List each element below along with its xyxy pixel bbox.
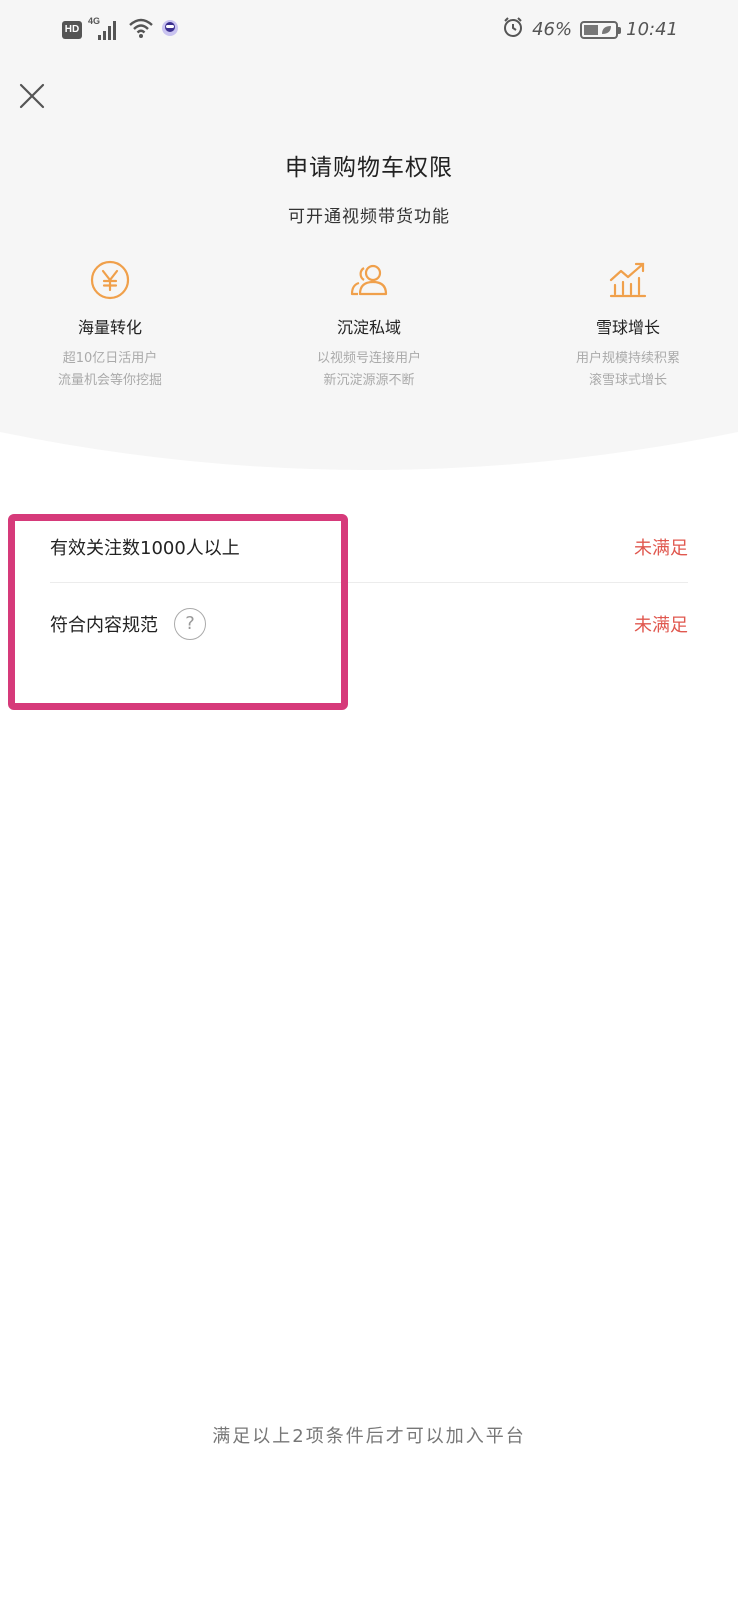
condition-status: 未满足 xyxy=(634,538,688,559)
header-background xyxy=(0,0,738,480)
hd-badge: HD xyxy=(62,21,82,39)
feature-desc-line: 用户规模持续积累 xyxy=(575,351,680,366)
page-title: 申请购物车权限 xyxy=(285,155,453,181)
signal-icon: 4G xyxy=(88,16,122,42)
feature-name: 雪球增长 xyxy=(595,318,660,337)
feature-desc-line: 流量机会等你挖掘 xyxy=(57,373,162,388)
feature-name: 海量转化 xyxy=(77,318,142,337)
feature-name: 沉淀私域 xyxy=(336,318,401,337)
condition-row-content-rules: 符合内容规范 ? 未满足 xyxy=(50,583,688,665)
footer-note: 满足以上2项条件后才可以加入平台 xyxy=(212,1426,526,1447)
status-right: 46% 10:41 xyxy=(502,16,678,43)
feature-item-growth: 雪球增长 用户规模持续积累 滚雪球式增长 xyxy=(528,258,728,392)
feature-desc-line: 超10亿日活用户 xyxy=(62,351,158,366)
close-button[interactable] xyxy=(18,82,46,110)
wifi-icon xyxy=(128,17,154,43)
app-notification-icon xyxy=(160,17,180,43)
page-subtitle: 可开通视频带货功能 xyxy=(288,207,450,227)
close-icon xyxy=(19,83,45,109)
feature-item-private-domain: 沉淀私域 以视频号连接用户 新沉淀源源不断 xyxy=(269,258,469,392)
feature-desc-line: 以视频号连接用户 xyxy=(316,351,421,366)
feature-list: 海量转化 超10亿日活用户 流量机会等你挖掘 沉淀私域 以视频号连接用户 新沉淀… xyxy=(0,258,738,398)
yen-coin-icon xyxy=(90,260,130,300)
feature-desc: 超10亿日活用户 流量机会等你挖掘 xyxy=(10,348,210,392)
condition-label: 有效关注数1000人以上 xyxy=(50,538,240,559)
feature-item-conversion: 海量转化 超10亿日活用户 流量机会等你挖掘 xyxy=(10,258,210,392)
condition-list: 有效关注数1000人以上 未满足 符合内容规范 ? 未满足 xyxy=(50,512,688,665)
feature-desc-line: 新沉淀源源不断 xyxy=(323,373,415,388)
feature-desc: 以视频号连接用户 新沉淀源源不断 xyxy=(269,348,469,392)
status-bar: HD 4G 46% 10:41 xyxy=(0,0,738,60)
clock-time: 10:41 xyxy=(626,19,678,40)
feature-desc: 用户规模持续积累 滚雪球式增长 xyxy=(528,348,728,392)
battery-percent: 46% xyxy=(532,19,573,40)
growth-chart-icon xyxy=(609,262,647,298)
status-left: HD 4G xyxy=(62,16,180,43)
condition-label-wrap: 符合内容规范 ? xyxy=(50,608,206,640)
condition-status: 未满足 xyxy=(634,615,688,636)
users-icon xyxy=(350,264,388,296)
help-icon[interactable]: ? xyxy=(174,608,206,640)
battery-icon xyxy=(580,20,622,39)
condition-row-followers: 有效关注数1000人以上 未满足 xyxy=(50,512,688,583)
condition-label: 符合内容规范 xyxy=(50,615,158,636)
alarm-icon xyxy=(502,16,524,43)
feature-desc-line: 滚雪球式增长 xyxy=(588,373,667,388)
